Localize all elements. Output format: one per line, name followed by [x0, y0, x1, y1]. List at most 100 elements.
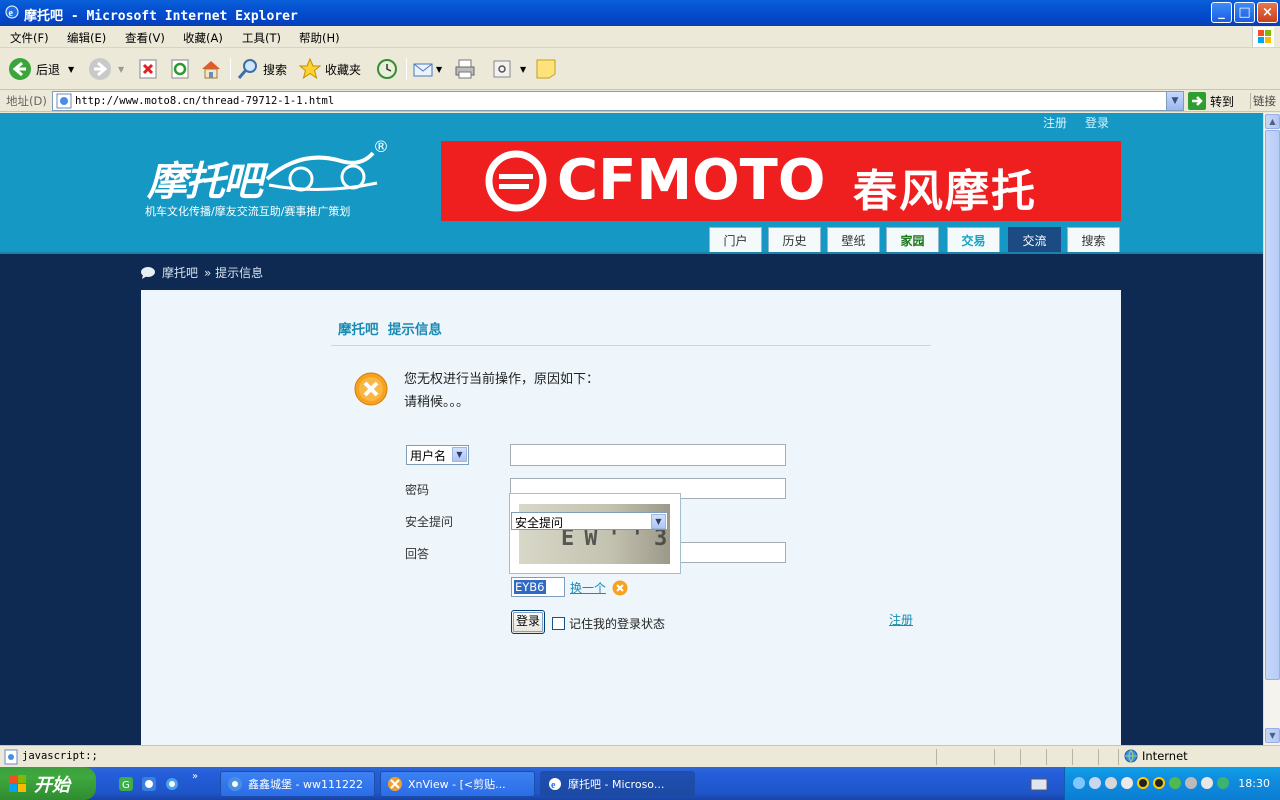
- maximize-button[interactable]: □: [1234, 2, 1255, 23]
- ie-window-icon: e: [549, 778, 561, 791]
- links-button[interactable]: 链接: [1250, 93, 1276, 109]
- menu-bar: 文件(F) 编辑(E) 查看(V) 收藏(A) 工具(T) 帮助(H): [0, 26, 1280, 48]
- tray-qq2-icon[interactable]: [1153, 777, 1165, 789]
- home-icon: [199, 57, 223, 81]
- menu-view[interactable]: 查看(V): [125, 30, 165, 46]
- nav-tab-wallpaper[interactable]: 壁纸: [827, 227, 880, 254]
- tray-monitor-icon[interactable]: [1089, 777, 1101, 789]
- forward-dropdown-icon[interactable]: ▼: [118, 65, 124, 74]
- system-tray: 18:30: [1064, 767, 1280, 800]
- captcha-error-icon: [612, 580, 628, 596]
- quicklaunch-browser-icon[interactable]: G: [118, 776, 134, 792]
- windows-flag-icon: [1252, 27, 1274, 47]
- stop-button[interactable]: [136, 56, 160, 82]
- toolbar: 后退 ▼ ▼ 搜索 收藏夹 ▼ ▼: [0, 48, 1280, 90]
- site-logo[interactable]: 摩托吧 ® 机车文化传播/摩友交流互助/赛事推广策划: [143, 135, 403, 221]
- question-select-value: 安全提问: [515, 516, 564, 530]
- status-divider: [1118, 749, 1119, 765]
- scroll-up-icon[interactable]: ▲: [1265, 114, 1280, 129]
- windows-logo-icon: [9, 774, 26, 792]
- breadcrumb-home[interactable]: 摩托吧: [162, 264, 198, 281]
- page-icon: [56, 93, 72, 109]
- tray-qq-icon[interactable]: [1137, 777, 1149, 789]
- edit-button[interactable]: ▼: [490, 56, 526, 82]
- captcha-refresh-link[interactable]: 换一个: [570, 579, 606, 596]
- search-button[interactable]: 搜索: [236, 56, 287, 82]
- panel-title-msg: 提示信息: [387, 322, 442, 338]
- captcha-input[interactable]: EYB6: [511, 577, 565, 597]
- keyboard-icon[interactable]: [1030, 776, 1048, 792]
- tray-disk-icon[interactable]: [1185, 777, 1197, 789]
- cfmoto-banner[interactable]: CFMOTO 春风摩托: [441, 141, 1121, 221]
- back-dropdown-icon[interactable]: ▼: [68, 65, 74, 74]
- quicklaunch-more-icon[interactable]: »: [192, 771, 198, 782]
- address-dropdown-icon[interactable]: ▼: [1166, 92, 1183, 110]
- status-divider: [994, 749, 995, 765]
- home-button[interactable]: [199, 56, 223, 82]
- tray-window-icon[interactable]: [1105, 777, 1117, 789]
- tray-display-icon[interactable]: [1201, 777, 1213, 789]
- history-button[interactable]: [374, 56, 398, 82]
- start-button[interactable]: 开始: [0, 767, 96, 800]
- username-type-select[interactable]: 用户名 ▼: [406, 445, 469, 465]
- taskbar-item-qq[interactable]: 鑫鑫城堡 - ww111222: [220, 771, 375, 797]
- history-icon: [374, 57, 398, 81]
- scrollbar-thumb[interactable]: [1265, 130, 1280, 680]
- menu-favorites[interactable]: 收藏(A): [183, 30, 223, 46]
- menu-help[interactable]: 帮助(H): [299, 30, 340, 46]
- tray-shield-icon[interactable]: [1169, 777, 1181, 789]
- panel-title-site[interactable]: 摩托吧: [338, 322, 379, 338]
- page-status-icon: [4, 749, 18, 765]
- question-select[interactable]: 安全提问 ▼: [511, 512, 668, 530]
- address-input[interactable]: http://www.moto8.cn/thread-79712-1-1.htm…: [52, 91, 1184, 111]
- vertical-scrollbar[interactable]: ▲ ▼: [1263, 113, 1280, 745]
- status-text: javascript:;: [22, 750, 98, 762]
- nav-tab-history[interactable]: 历史: [768, 227, 821, 254]
- print-button[interactable]: [453, 56, 477, 82]
- address-bar: 地址(D) http://www.moto8.cn/thread-79712-1…: [0, 90, 1280, 112]
- menu-tools[interactable]: 工具(T): [242, 30, 281, 46]
- taskbar-item-xnview[interactable]: XnView - [<剪贴...: [380, 771, 535, 797]
- username-input[interactable]: [510, 444, 786, 466]
- speech-bubble-icon: [141, 266, 155, 279]
- minimize-button[interactable]: _: [1211, 2, 1232, 23]
- registered-mark: ®: [373, 137, 389, 156]
- nav-tab-trade[interactable]: 交易: [947, 227, 1000, 254]
- favorites-button[interactable]: 收藏夹: [298, 56, 361, 82]
- mail-dropdown-icon[interactable]: ▼: [436, 65, 442, 74]
- refresh-button[interactable]: [168, 56, 192, 82]
- go-button[interactable]: 转到: [1188, 92, 1234, 110]
- tray-umbrella-icon[interactable]: [1217, 777, 1229, 789]
- nav-tab-search[interactable]: 搜索: [1067, 227, 1120, 254]
- top-register-link[interactable]: 注册: [1043, 114, 1067, 131]
- nav-tab-forum[interactable]: 交流: [1008, 227, 1061, 254]
- register-link[interactable]: 注册: [889, 611, 913, 628]
- quicklaunch-app-icon[interactable]: [141, 776, 157, 792]
- remember-me[interactable]: 记住我的登录状态: [552, 615, 665, 632]
- login-button[interactable]: 登录: [511, 610, 545, 634]
- menu-edit[interactable]: 编辑(E): [67, 30, 106, 46]
- window-titlebar[interactable]: e 摩托吧 - Microsoft Internet Explorer _ □ …: [0, 0, 1280, 26]
- remember-checkbox[interactable]: [552, 617, 565, 630]
- go-label: 转到: [1210, 94, 1235, 109]
- forward-button[interactable]: ▼: [88, 56, 124, 82]
- discuss-button[interactable]: [534, 56, 558, 82]
- taskbar-item-ie[interactable]: e 摩托吧 - Microso...: [540, 771, 695, 797]
- security-zone[interactable]: Internet: [1124, 749, 1188, 763]
- scroll-down-icon[interactable]: ▼: [1265, 728, 1280, 743]
- back-button[interactable]: 后退 ▼: [8, 56, 74, 82]
- panel-title: 摩托吧 提示信息: [338, 318, 442, 338]
- mail-button[interactable]: ▼: [412, 56, 442, 82]
- nav-tab-portal[interactable]: 门户: [709, 227, 762, 254]
- question-label: 安全提问: [405, 515, 454, 529]
- tray-volume-icon[interactable]: [1121, 777, 1133, 789]
- quicklaunch-ie-icon[interactable]: [164, 776, 180, 792]
- clock[interactable]: 18:30: [1238, 777, 1270, 790]
- close-button[interactable]: ×: [1257, 2, 1278, 23]
- menu-file[interactable]: 文件(F): [10, 30, 49, 46]
- tray-network-icon[interactable]: [1073, 777, 1085, 789]
- nav-tab-home[interactable]: 家园: [886, 227, 939, 254]
- edit-dropdown-icon[interactable]: ▼: [520, 65, 526, 74]
- top-login-link[interactable]: 登录: [1085, 114, 1109, 131]
- message-panel: 摩托吧 提示信息 您无权进行当前操作，原因如下： 请稍候。。。 用户名 ▼ 密码…: [141, 290, 1121, 745]
